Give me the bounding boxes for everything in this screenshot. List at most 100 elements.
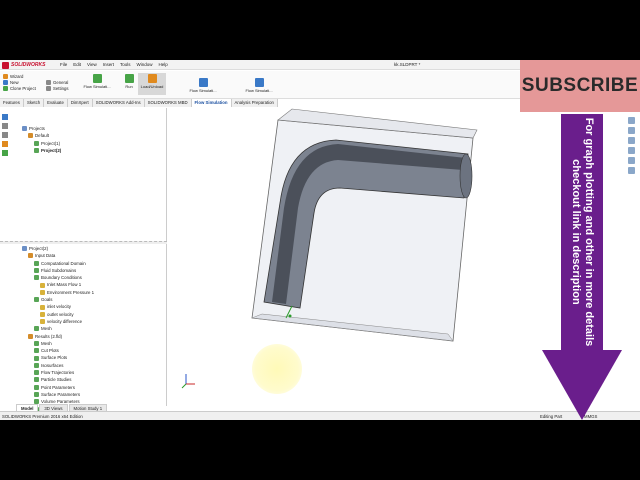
tree-item[interactable]: Surface Plots — [22, 354, 94, 361]
tree-item-label: Environment Pressure 1 — [47, 289, 95, 295]
tree-item[interactable]: Environment Pressure 1 — [22, 289, 94, 296]
config-manager-tab-icon[interactable] — [2, 132, 8, 138]
tree-item-label: Projects — [29, 126, 45, 131]
tree-item-icon — [28, 333, 33, 339]
tree-item-label: inlet velocity — [47, 304, 71, 310]
flow-simulation-icon — [92, 74, 102, 83]
menu-insert[interactable]: Insert — [103, 62, 114, 67]
tree-item[interactable]: Mesh — [22, 340, 94, 347]
tab-evaluate[interactable]: Evaluate — [44, 99, 68, 107]
tree-item[interactable]: Project(1) — [22, 140, 61, 147]
menu-help[interactable]: Help — [159, 62, 168, 67]
tab-solidworks-addins[interactable]: SOLIDWORKS Add-Ins — [92, 99, 145, 107]
tree-item[interactable]: outlet velocity — [22, 311, 94, 318]
menu-edit[interactable]: Edit — [73, 62, 81, 67]
tree-item[interactable]: Default — [22, 132, 61, 139]
tree-item[interactable]: Project(2) — [22, 147, 61, 154]
origin-point — [288, 314, 292, 318]
flow-simulation-results-icon — [198, 78, 208, 87]
pipe-outlet — [459, 153, 473, 199]
tab-solidworks-mbd[interactable]: SOLIDWORKS MBD — [144, 99, 192, 107]
general-button[interactable]: General — [46, 79, 69, 85]
tree-item[interactable]: velocity difference — [22, 318, 94, 325]
tree-item[interactable]: Flow Trajectories — [22, 369, 94, 376]
tree-item[interactable]: Results (2.fld) — [22, 333, 94, 340]
view-palette-icon[interactable] — [628, 147, 635, 154]
tree-item-label: Isosurfaces — [41, 362, 64, 368]
command-tabs: Features Sketch Evaluate DimXpert SOLIDW… — [0, 99, 278, 107]
tree-item[interactable]: Fluid Subdomains — [22, 267, 94, 274]
tree-item[interactable]: Surface Parameters — [22, 391, 94, 398]
flow-analysis-tab-icon[interactable] — [2, 150, 8, 156]
tree-item[interactable]: Particle Studies — [22, 376, 94, 383]
tree-item[interactable]: inlet velocity — [22, 303, 94, 310]
tree-item[interactable]: Inlet Mass Flow 1 — [22, 281, 94, 288]
tree-item[interactable]: Goals — [22, 296, 94, 303]
feature-tree-tab-icon[interactable] — [2, 114, 8, 120]
tab-dimxpert[interactable]: DimXpert — [67, 99, 93, 107]
run-button[interactable]: Run — [120, 73, 138, 95]
tree-item[interactable]: Project(2) — [22, 245, 94, 252]
tab-flow-simulation[interactable]: Flow Simulation — [191, 99, 232, 107]
dimxpert-tab-icon[interactable] — [2, 141, 8, 147]
tree-item[interactable]: Boundary Conditions — [22, 274, 94, 281]
resources-icon[interactable] — [628, 117, 635, 124]
tree-item-label: Default — [35, 133, 49, 139]
tree-item-icon — [34, 348, 39, 354]
tree-item[interactable]: Mesh — [22, 325, 94, 332]
clone-project-button[interactable]: Clone Project — [3, 85, 36, 91]
menu-tools[interactable]: Tools — [120, 62, 131, 67]
tree-item-label: Project(2) — [29, 246, 49, 251]
menu-view[interactable]: View — [87, 62, 97, 67]
load-unload-icon — [147, 74, 157, 83]
tree-item-icon — [34, 392, 39, 398]
custom-properties-icon[interactable] — [628, 167, 635, 174]
tree-item-icon — [34, 140, 39, 146]
tree-item-label: Particle Studies — [41, 377, 72, 383]
tab-features[interactable]: Features — [0, 99, 24, 107]
tree-item-label: Results (2.fld) — [35, 333, 63, 339]
tree-item-label: Fluid Subdomains — [41, 267, 77, 273]
triad-z-axis — [181, 383, 187, 389]
menu-window[interactable]: Window — [137, 62, 153, 67]
tree-item-icon — [22, 246, 27, 252]
menu-file[interactable]: File — [60, 62, 67, 67]
appearances-icon[interactable] — [628, 157, 635, 164]
tree-item[interactable]: Computational Domain — [22, 260, 94, 267]
solidworks-logo[interactable]: SOLIDWORKS — [2, 61, 56, 69]
flow-simulation-tools-icon — [254, 78, 264, 87]
tree-item[interactable]: Input Data — [22, 252, 94, 259]
tree-item-icon — [34, 260, 39, 266]
tree-item-icon — [34, 341, 39, 346]
property-manager-tab-icon[interactable] — [2, 123, 8, 129]
load-unload-button[interactable]: Load/Unload — [138, 73, 166, 95]
subscribe-banner[interactable]: SUBSCRIBE — [520, 60, 640, 112]
tree-item[interactable]: Cut Plots — [22, 347, 94, 354]
flow-simulation-button-2[interactable]: Flow Simulati... — [184, 77, 222, 99]
tab-analysis-preparation[interactable]: Analysis Preparation — [231, 99, 278, 107]
design-library-icon[interactable] — [628, 127, 635, 134]
tree-item-icon — [28, 133, 33, 139]
project-group: Wizard New Clone Project — [3, 73, 36, 91]
settings-icon — [46, 85, 51, 91]
tree-item[interactable]: Projects — [22, 125, 61, 132]
solidworks-logo-icon — [2, 61, 9, 69]
tree-item-label: Boundary Conditions — [41, 275, 82, 281]
panel-splitter[interactable] — [0, 241, 167, 244]
tree-item-label: Mesh — [41, 326, 52, 332]
tree-item-label: Input Data — [35, 253, 56, 259]
cursor-highlight — [252, 344, 302, 394]
tree-item-icon — [34, 268, 39, 274]
file-explorer-icon[interactable] — [628, 137, 635, 144]
tree-item[interactable]: Isosurfaces — [22, 362, 94, 369]
flow-simulation-button-3[interactable]: Flow Simulati... — [240, 77, 278, 99]
new-icon — [3, 79, 8, 85]
tree-item[interactable]: Point Parameters — [22, 384, 94, 391]
tab-sketch[interactable]: Sketch — [23, 99, 45, 107]
settings-button[interactable]: Settings — [46, 85, 69, 91]
tree-item-icon — [34, 362, 39, 368]
menu-bar: File Edit View Insert Tools Window Help — [60, 62, 168, 67]
flow-simulation-button-1[interactable]: Flow Simulati... — [80, 73, 114, 95]
tree-item-icon — [40, 319, 45, 325]
tree-item-icon — [40, 304, 45, 310]
